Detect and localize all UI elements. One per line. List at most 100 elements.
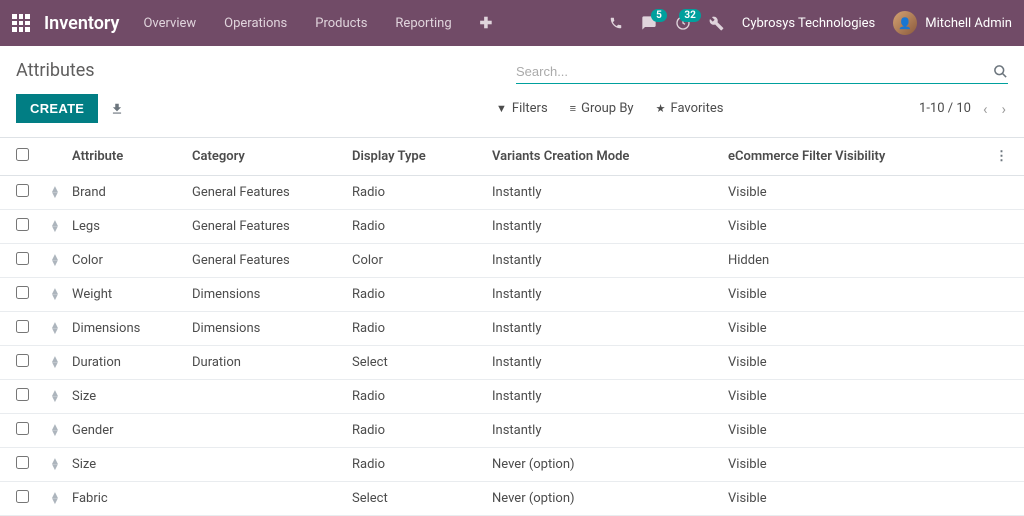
nav-overview[interactable]: Overview (143, 16, 196, 31)
row-checkbox[interactable] (16, 388, 29, 401)
search-icon[interactable] (993, 64, 1008, 79)
table-row[interactable]: ▲▼DimensionsDimensionsRadioInstantlyVisi… (0, 312, 1024, 346)
cell-attribute[interactable]: Brand (72, 185, 192, 200)
header-display-type[interactable]: Display Type (352, 149, 492, 164)
row-checkbox[interactable] (16, 184, 29, 197)
cell-variants-mode: Instantly (492, 423, 728, 438)
cell-attribute[interactable]: Size (72, 389, 192, 404)
phone-icon[interactable] (609, 16, 623, 30)
table-row[interactable]: ▲▼SizeRadioNever (option)Visible (0, 448, 1024, 482)
table-row[interactable]: ▲▼WeightDimensionsRadioInstantlyVisible (0, 278, 1024, 312)
cell-attribute[interactable]: Dimensions (72, 321, 192, 336)
drag-handle-icon[interactable]: ▲▼ (50, 221, 72, 233)
nav-products[interactable]: Products (315, 16, 367, 31)
cell-ecommerce: Hidden (728, 253, 988, 268)
cell-variants-mode: Never (option) (492, 457, 728, 472)
favorites-button[interactable]: ★ Favorites (656, 101, 724, 116)
cell-variants-mode: Instantly (492, 355, 728, 370)
header-category[interactable]: Category (192, 149, 352, 164)
drag-handle-icon[interactable]: ▲▼ (50, 255, 72, 267)
row-checkbox[interactable] (16, 354, 29, 367)
favorites-label: Favorites (670, 101, 723, 116)
search-input[interactable] (516, 64, 993, 79)
cell-ecommerce: Visible (728, 355, 988, 370)
row-checkbox[interactable] (16, 422, 29, 435)
prev-page-button[interactable]: ‹ (981, 100, 990, 118)
cell-attribute[interactable]: Weight (72, 287, 192, 302)
nav-operations[interactable]: Operations (224, 16, 287, 31)
row-checkbox[interactable] (16, 252, 29, 265)
drag-handle-icon[interactable]: ▲▼ (50, 357, 72, 369)
company-selector[interactable]: Cybrosys Technologies (742, 16, 875, 31)
cell-category[interactable]: Dimensions (192, 321, 352, 336)
drag-handle-icon[interactable]: ▲▼ (50, 459, 72, 471)
filters-button[interactable]: ▼ Filters (496, 101, 548, 116)
cell-display-type: Select (352, 491, 492, 506)
create-button[interactable]: CREATE (16, 94, 98, 123)
cell-category[interactable]: Duration (192, 355, 352, 370)
export-icon[interactable] (110, 102, 124, 116)
row-checkbox[interactable] (16, 286, 29, 299)
table-row[interactable]: ▲▼SizeRadioInstantlyVisible (0, 380, 1024, 414)
user-menu[interactable]: 👤 Mitchell Admin (893, 11, 1012, 35)
cell-attribute[interactable]: Gender (72, 423, 192, 438)
table-row[interactable]: ▲▼BrandGeneral FeaturesRadioInstantlyVis… (0, 176, 1024, 210)
drag-handle-icon[interactable]: ▲▼ (50, 493, 72, 505)
header-ecommerce[interactable]: eCommerce Filter Visibility (728, 149, 988, 164)
header-attribute[interactable]: Attribute (72, 149, 192, 164)
plus-icon[interactable]: ✚ (480, 14, 493, 32)
cell-category[interactable]: General Features (192, 185, 352, 200)
cell-category[interactable]: General Features (192, 253, 352, 268)
table-row[interactable]: ▲▼FabricSelectNever (option)Visible (0, 482, 1024, 516)
header-variants-mode[interactable]: Variants Creation Mode (492, 149, 728, 164)
drag-handle-icon[interactable]: ▲▼ (50, 289, 72, 301)
cell-display-type: Radio (352, 457, 492, 472)
apps-icon[interactable] (12, 14, 30, 32)
cell-display-type: Radio (352, 423, 492, 438)
cell-attribute[interactable]: Legs (72, 219, 192, 234)
cell-attribute[interactable]: Size (72, 457, 192, 472)
activity-badge: 32 (679, 9, 700, 22)
messages-icon[interactable]: 5 (641, 15, 657, 31)
cell-ecommerce: Visible (728, 491, 988, 506)
nav-menu: Overview Operations Products Reporting (143, 16, 451, 31)
cell-attribute[interactable]: Fabric (72, 491, 192, 506)
cell-display-type: Radio (352, 389, 492, 404)
nav-reporting[interactable]: Reporting (395, 16, 451, 31)
cell-attribute[interactable]: Duration (72, 355, 192, 370)
app-title[interactable]: Inventory (44, 13, 119, 34)
activity-icon[interactable]: 32 (675, 15, 691, 31)
row-checkbox[interactable] (16, 456, 29, 469)
tools-icon[interactable] (709, 16, 724, 31)
groupby-button[interactable]: ≡ Group By (570, 101, 634, 116)
table-row[interactable]: ▲▼ColorGeneral FeaturesColorInstantlyHid… (0, 244, 1024, 278)
table-row[interactable]: ▲▼GenderRadioInstantlyVisible (0, 414, 1024, 448)
next-page-button[interactable]: › (999, 100, 1008, 118)
drag-handle-icon[interactable]: ▲▼ (50, 391, 72, 403)
drag-handle-icon[interactable]: ▲▼ (50, 425, 72, 437)
drag-handle-icon[interactable]: ▲▼ (50, 323, 72, 335)
page-title: Attributes (16, 60, 496, 81)
groupby-label: Group By (581, 101, 634, 116)
cell-category[interactable]: General Features (192, 219, 352, 234)
top-nav: Inventory Overview Operations Products R… (0, 0, 1024, 46)
cell-display-type: Radio (352, 219, 492, 234)
column-options-icon[interactable]: ⋮ (988, 149, 1008, 164)
row-checkbox[interactable] (16, 218, 29, 231)
table-row[interactable]: ▲▼DurationDurationSelectInstantlyVisible (0, 346, 1024, 380)
search-box (516, 60, 1008, 84)
cell-variants-mode: Instantly (492, 287, 728, 302)
cell-variants-mode: Instantly (492, 253, 728, 268)
cell-category[interactable]: Dimensions (192, 287, 352, 302)
cell-display-type: Radio (352, 287, 492, 302)
row-checkbox[interactable] (16, 320, 29, 333)
row-checkbox[interactable] (16, 490, 29, 503)
drag-handle-icon[interactable]: ▲▼ (50, 187, 72, 199)
cell-variants-mode: Instantly (492, 321, 728, 336)
filter-icon: ▼ (496, 102, 507, 115)
cell-variants-mode: Instantly (492, 389, 728, 404)
cell-attribute[interactable]: Color (72, 253, 192, 268)
table-row[interactable]: ▲▼LegsGeneral FeaturesRadioInstantlyVisi… (0, 210, 1024, 244)
star-icon: ★ (656, 102, 666, 115)
select-all-checkbox[interactable] (16, 148, 29, 161)
